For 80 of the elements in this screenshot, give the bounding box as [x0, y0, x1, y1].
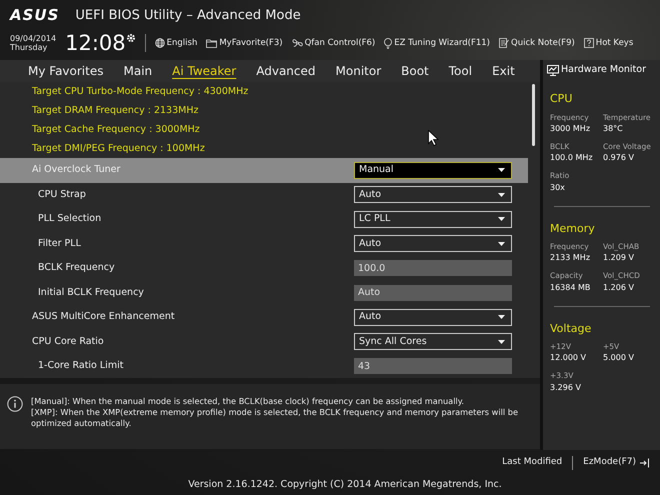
reading-value: 0.976 V — [603, 152, 635, 164]
target-frequency-text: Target Cache Frequency : 3000MHz — [32, 123, 200, 137]
last-modified-button[interactable]: Last Modified — [502, 456, 562, 470]
caret-icon — [498, 340, 505, 344]
version-text: Version 2.16.1242. Copyright (C) 2014 American Megatrends, Inc. — [187, 478, 502, 492]
menu-tab[interactable]: Tool — [438, 61, 482, 81]
reading-value: 3.296 V — [550, 382, 582, 394]
exit-arrow-icon — [639, 458, 650, 468]
target-frequency-text: Target DMI/PEG Frequency : 100MHz — [32, 142, 205, 156]
gear-icon[interactable] — [126, 32, 136, 42]
target-frequency-text: Target DRAM Frequency : 2133MHz — [32, 104, 198, 118]
clock-time: 12:08 — [65, 32, 126, 54]
section-heading: CPU — [550, 91, 574, 108]
input-field[interactable]: 43 — [354, 358, 512, 374]
dropdown-field[interactable]: LC PLL — [354, 210, 512, 228]
reading-value: 1.209 V — [603, 252, 635, 264]
folder-icon — [206, 38, 218, 48]
help-text: [Manual]: When the manual mode is selected, the BCLK(base clock) frequency can be assigned manually. — [31, 396, 466, 408]
panel-title: Hardware Monitor — [561, 63, 646, 77]
reading-value: 30x — [550, 182, 566, 194]
ezmode-button[interactable]: EzMode(F7) — [583, 456, 650, 470]
target-frequency-text: Target CPU Turbo-Mode Frequency : 4300MHz — [32, 85, 248, 99]
menu-tab[interactable]: Main — [113, 61, 162, 81]
toolbar-button[interactable]: EZ Tuning Wizard(F11) — [384, 36, 490, 50]
reading-value: 16384 MB — [550, 282, 592, 294]
reading-value: 3000 MHz — [550, 123, 592, 135]
menu-tab[interactable]: Exit — [482, 61, 525, 81]
input-field[interactable]: Auto — [354, 284, 512, 301]
menu-tab[interactable]: Boot — [391, 61, 439, 81]
menu-tab[interactable]: Ai Tweaker — [162, 61, 246, 81]
help-text: [XMP]: When the XMP(extreme memory profile) mode is selected, the BCLK frequency and memory parameters will be optimized automatically. — [31, 407, 520, 430]
setting-label: ASUS MultiCore Enhancement — [32, 310, 176, 324]
setting-label: Initial BCLK Frequency — [38, 286, 145, 300]
lightbulb-icon — [384, 38, 392, 48]
help-icon — [584, 38, 594, 48]
setting-label: CPU Strap — [38, 188, 87, 202]
menu-tab[interactable]: My Favorites — [18, 61, 114, 81]
caret-icon — [498, 217, 505, 222]
menu-tab[interactable]: Advanced — [246, 61, 326, 81]
setting-label: CPU Core Ratio — [32, 334, 105, 349]
reading-value: 12.000 V — [550, 352, 588, 364]
caret-icon — [498, 315, 505, 320]
input-field[interactable]: 100.0 — [354, 260, 512, 276]
toolbar-button[interactable]: Hot Keys — [584, 36, 634, 50]
reading-value: 1.206 V — [603, 282, 635, 294]
setting-label: Ai Overclock Tuner — [32, 163, 122, 178]
setting-label: Filter PLL — [38, 236, 82, 251]
mouse-cursor-icon — [428, 130, 439, 146]
dropdown-field[interactable]: Manual — [354, 162, 512, 179]
reading-value: 100.0 MHz — [550, 152, 594, 164]
dropdown-field[interactable]: Sync All Cores — [354, 333, 512, 350]
toolbar-button[interactable]: English — [154, 36, 198, 50]
setting-label: PLL Selection — [38, 212, 102, 226]
caret-icon — [498, 242, 505, 246]
scrollbar-thumb[interactable] — [532, 84, 535, 146]
caret-icon — [498, 168, 505, 172]
setting-label: BCLK Frequency — [38, 261, 116, 276]
reading-value: 5.000 V — [603, 352, 635, 364]
brand-logo: ASUS — [10, 5, 60, 26]
weekday-text: Thursday — [10, 43, 48, 52]
notepad-icon — [499, 38, 509, 48]
toolbar-button[interactable]: MyFavorite(F3) — [206, 36, 283, 50]
monitor-icon — [547, 64, 559, 76]
menu-tab[interactable]: Monitor — [326, 61, 392, 81]
toolbar-button[interactable]: Qfan Control(F6) — [292, 36, 376, 50]
globe-icon — [154, 38, 165, 48]
fan-icon — [292, 38, 303, 48]
info-icon — [7, 396, 23, 412]
date-text: 09/04/2014 — [10, 34, 56, 43]
reading-value: 38°C — [603, 123, 624, 135]
section-heading: Memory — [550, 220, 596, 236]
toolbar-button[interactable]: Quick Note(F9) — [499, 36, 575, 50]
section-heading: Voltage — [550, 320, 592, 336]
setting-label: 1-Core Ratio Limit — [38, 359, 124, 374]
window-title: UEFI BIOS Utility – Advanced Mode — [75, 6, 301, 24]
caret-icon — [498, 192, 505, 197]
dropdown-field[interactable]: Auto — [354, 235, 512, 252]
reading-value: 2133 MHz — [550, 252, 592, 264]
dropdown-field[interactable]: Auto — [354, 308, 512, 326]
dropdown-field[interactable]: Auto — [354, 186, 512, 204]
